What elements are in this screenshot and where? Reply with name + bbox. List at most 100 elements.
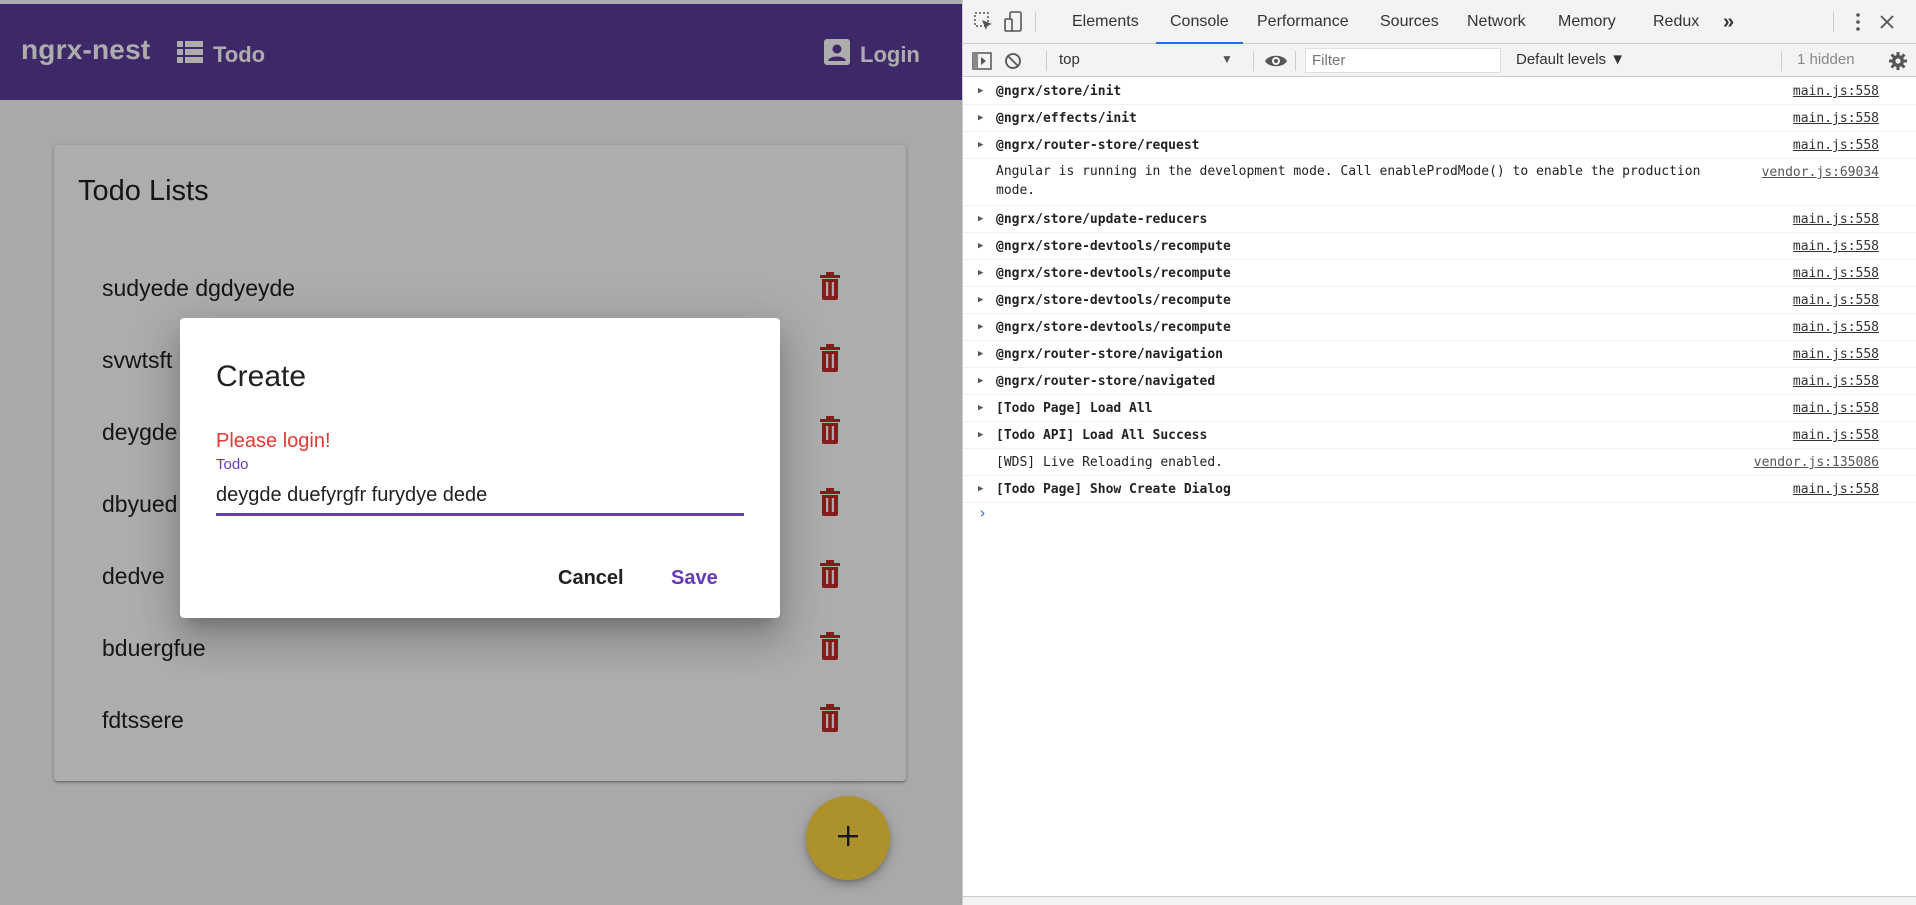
cancel-button[interactable]: Cancel xyxy=(546,556,636,600)
eye-icon[interactable] xyxy=(1263,51,1289,71)
expand-triangle-icon[interactable]: ▶ xyxy=(978,349,983,359)
expand-triangle-icon[interactable]: ▶ xyxy=(978,295,983,305)
dialog-title: Create xyxy=(216,360,307,393)
hidden-messages-count: 1 hidden xyxy=(1797,51,1855,68)
toolbar-separator xyxy=(1295,51,1296,71)
console-log-message: @ngrx/router-store/navigation xyxy=(996,347,1223,362)
console-log-row[interactable]: ▶ @ngrx/effects/init main.js:558 xyxy=(963,105,1916,132)
tab-separator xyxy=(1035,12,1036,32)
console-log-source-link[interactable]: vendor.js:69034 xyxy=(1762,165,1879,180)
console-log-row[interactable]: ▶ @ngrx/router-store/navigated main.js:558 xyxy=(963,368,1916,395)
devtools-tabbar: Elements Console Performance Sources Net… xyxy=(963,0,1916,44)
context-selector[interactable]: top xyxy=(1059,51,1239,71)
console-log-source-link[interactable]: main.js:558 xyxy=(1793,374,1879,389)
console-filter-input[interactable] xyxy=(1305,48,1501,73)
console-log-row[interactable]: ▶ @ngrx/store/update-reducers main.js:558 xyxy=(963,206,1916,233)
console-log-source-link[interactable]: main.js:558 xyxy=(1793,347,1879,362)
console-log-source-link[interactable]: main.js:558 xyxy=(1793,239,1879,254)
console-log-row: [WDS] Live Reloading enabled. vendor.js:1… xyxy=(963,449,1916,476)
expand-triangle-icon[interactable]: ▶ xyxy=(978,214,983,224)
console-log-source-link[interactable]: main.js:558 xyxy=(1793,482,1879,497)
expand-triangle-icon[interactable]: ▶ xyxy=(978,86,983,96)
console-log-row[interactable]: ▶ @ngrx/store/init main.js:558 xyxy=(963,78,1916,105)
console-log-message: @ngrx/store-devtools/recompute xyxy=(996,293,1231,308)
console-log-source-link[interactable]: main.js:558 xyxy=(1793,84,1879,99)
console-log-row[interactable]: ▶ @ngrx/store-devtools/recompute main.js:5… xyxy=(963,287,1916,314)
sidebar-toggle-icon[interactable] xyxy=(971,51,993,71)
devtools-panel: Elements Console Performance Sources Net… xyxy=(962,0,1916,905)
expand-triangle-icon[interactable]: ▶ xyxy=(978,403,983,413)
console-log-source-link[interactable]: main.js:558 xyxy=(1793,138,1879,153)
console-log-message: @ngrx/store-devtools/recompute xyxy=(996,239,1231,254)
console-log-source-link[interactable]: main.js:558 xyxy=(1793,428,1879,443)
more-tabs-button[interactable]: » xyxy=(1723,0,1734,44)
console-log-row[interactable]: ▶ @ngrx/store-devtools/recompute main.js:5… xyxy=(963,260,1916,287)
console-log-row[interactable]: ▶ [Todo Page] Load All main.js:558 xyxy=(963,395,1916,422)
app-pane: ngrx-nest Todo Login Todo Lists sudyede … xyxy=(0,0,962,905)
tab-network[interactable]: Network xyxy=(1467,0,1526,44)
console-log-row[interactable]: ▶ [Todo Page] Show Create Dialog main.js:5… xyxy=(963,476,1916,503)
tab-redux[interactable]: Redux xyxy=(1653,0,1699,44)
clear-console-icon[interactable] xyxy=(1003,51,1023,71)
console-log-row: Angular is running in the development mo… xyxy=(963,159,1916,206)
expand-triangle-icon[interactable]: ▶ xyxy=(978,484,983,494)
gear-icon[interactable] xyxy=(1887,50,1909,72)
console-log-message: [WDS] Live Reloading enabled. xyxy=(996,455,1223,470)
expand-triangle-icon[interactable]: ▶ xyxy=(978,268,983,278)
log-levels-dropdown[interactable]: Default levels ▼ xyxy=(1516,51,1625,68)
toolbar-separator xyxy=(1781,51,1782,71)
toolbar-separator xyxy=(1253,51,1254,71)
expand-triangle-icon[interactable]: ▶ xyxy=(978,113,983,123)
todo-field-label: Todo xyxy=(216,456,249,473)
tab-sources[interactable]: Sources xyxy=(1380,0,1439,44)
console-log-message: @ngrx/store/update-reducers xyxy=(996,212,1208,227)
console-log-row[interactable]: ▶ @ngrx/store-devtools/recompute main.js:5… xyxy=(963,233,1916,260)
inspect-element-icon[interactable] xyxy=(973,11,995,33)
console-log-message: [Todo Page] Show Create Dialog xyxy=(996,482,1231,497)
expand-triangle-icon[interactable]: ▶ xyxy=(978,241,983,251)
console-log-message: [Todo Page] Load All xyxy=(996,401,1153,416)
devtools-bottom-bar xyxy=(963,896,1916,905)
tab-memory[interactable]: Memory xyxy=(1558,0,1616,44)
console-log-row[interactable]: ▶ @ngrx/store-devtools/recompute main.js:5… xyxy=(963,314,1916,341)
console-log-source-link[interactable]: vendor.js:135086 xyxy=(1754,455,1879,470)
context-dropdown-arrow-icon[interactable]: ▼ xyxy=(1221,52,1233,66)
console-log-message: @ngrx/store/init xyxy=(996,84,1122,99)
kebab-menu-icon[interactable] xyxy=(1851,11,1865,33)
expand-triangle-icon[interactable]: ▶ xyxy=(978,376,983,386)
console-log-source-link[interactable]: main.js:558 xyxy=(1793,266,1879,281)
device-toolbar-icon[interactable] xyxy=(1003,10,1025,34)
expand-triangle-icon[interactable]: ▶ xyxy=(978,140,983,150)
console-log-row[interactable]: ▶ @ngrx/router-store/request main.js:558 xyxy=(963,132,1916,159)
toolbar-separator xyxy=(1046,51,1047,71)
save-button[interactable]: Save xyxy=(659,556,730,600)
login-error-message: Please login! xyxy=(216,430,331,452)
console-log-row[interactable]: ▶ @ngrx/router-store/navigation main.js:55… xyxy=(963,341,1916,368)
console-log-source-link[interactable]: main.js:558 xyxy=(1793,320,1879,335)
tab-performance[interactable]: Performance xyxy=(1257,0,1349,44)
console-log-source-link[interactable]: main.js:558 xyxy=(1793,401,1879,416)
console-log-message: @ngrx/router-store/request xyxy=(996,138,1200,153)
tab-elements[interactable]: Elements xyxy=(1072,0,1139,44)
console-log-row[interactable]: ▶ [Todo API] Load All Success main.js:558 xyxy=(963,422,1916,449)
close-icon[interactable] xyxy=(1877,12,1897,32)
expand-triangle-icon[interactable]: ▶ xyxy=(978,430,983,440)
console-log-source-link[interactable]: main.js:558 xyxy=(1793,293,1879,308)
console-log-message: [Todo API] Load All Success xyxy=(996,428,1208,443)
console-log-message: @ngrx/router-store/navigated xyxy=(996,374,1216,389)
todo-input[interactable] xyxy=(216,480,744,510)
tab-separator xyxy=(1833,12,1834,32)
expand-triangle-icon[interactable]: ▶ xyxy=(978,322,983,332)
console-log-source-link[interactable]: main.js:558 xyxy=(1793,111,1879,126)
create-dialog: Create Please login! Todo Cancel Save xyxy=(180,318,780,618)
console-log-message: @ngrx/effects/init xyxy=(996,111,1137,126)
console-toolbar: top ▼ Default levels ▼ 1 hidden xyxy=(963,44,1916,77)
todo-input-underline xyxy=(216,513,744,516)
console-log-message: @ngrx/store-devtools/recompute xyxy=(996,320,1231,335)
tab-console[interactable]: Console xyxy=(1156,0,1243,44)
console-prompt[interactable]: › xyxy=(978,504,987,522)
console-messages: ▶ @ngrx/store/init main.js:558 ▶ @ngrx/effec… xyxy=(963,78,1916,522)
console-log-source-link[interactable]: main.js:558 xyxy=(1793,212,1879,227)
console-log-message: Angular is running in the development mo… xyxy=(996,164,1701,198)
console-log-message: @ngrx/store-devtools/recompute xyxy=(996,266,1231,281)
